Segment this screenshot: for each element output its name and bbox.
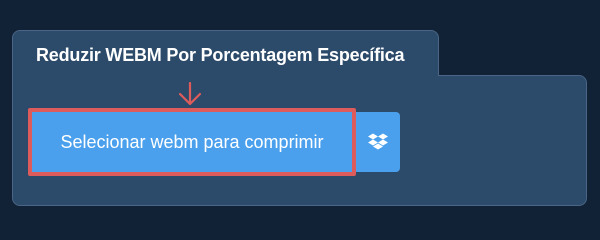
- arrow-down-icon: [178, 82, 202, 106]
- dropbox-icon: [368, 133, 388, 150]
- dropbox-button[interactable]: [356, 112, 400, 172]
- upload-group: Selecionar webm para comprimir: [28, 108, 400, 176]
- select-webm-button[interactable]: Selecionar webm para comprimir: [28, 108, 356, 176]
- tab-title: Reduzir WEBM Por Porcentagem Específica: [36, 45, 405, 65]
- tab-panel-join: [13, 74, 438, 77]
